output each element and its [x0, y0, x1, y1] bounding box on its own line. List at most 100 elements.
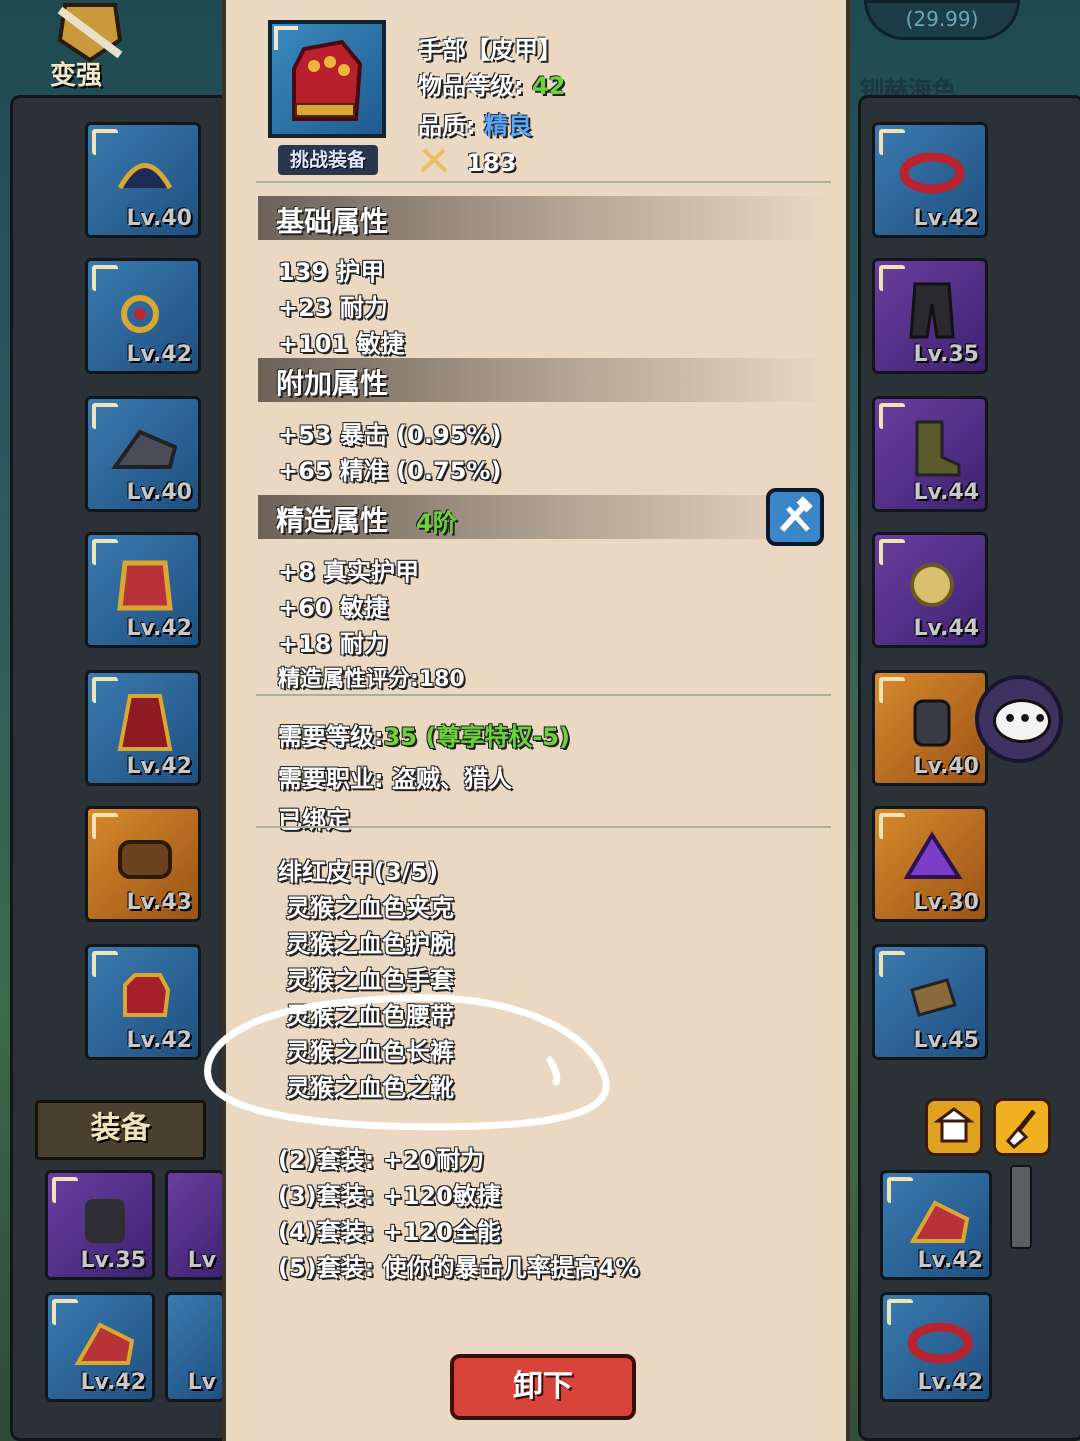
house-icon [933, 1107, 975, 1143]
shoulder-armor-icon [74, 1322, 135, 1365]
craft-tier: 4阶 [416, 509, 457, 537]
item-name: 手部【皮甲】 [418, 36, 562, 64]
extra-stat: +53 暴击 (0.95%) [278, 421, 502, 449]
equip-slot-trinket[interactable]: Lv.40 [872, 670, 988, 786]
set-piece: 灵猴之血色长裤 [286, 1038, 454, 1066]
upgrade-label[interactable]: 变强 [50, 55, 102, 92]
base-attributes-header: 基础属性 [258, 196, 828, 240]
extra-attributes-header: 附加属性 [258, 358, 828, 402]
divider [256, 826, 831, 828]
divider [256, 694, 831, 696]
slot-level: Lv.42 [917, 1248, 983, 1273]
dark-armor-icon [85, 1199, 125, 1243]
equip-slot-chest[interactable]: Lv.42 [85, 532, 201, 648]
equip-slot-hands[interactable]: Lv.42 [85, 944, 201, 1060]
equip-slot-feet[interactable]: Lv.44 [872, 396, 988, 512]
necklace-icon [121, 295, 159, 333]
helmet-icon [117, 163, 173, 190]
slot-level: Lv [187, 1370, 216, 1395]
inventory-scrollbar[interactable] [1010, 1165, 1032, 1249]
purple-gem-icon [903, 831, 963, 879]
section-title: 附加属性 [276, 367, 389, 400]
item-tooltip-panel: 挑战装备 手部【皮甲】 物品等级: 42 品质: 精良 183 基础属性 139… [222, 0, 850, 1441]
inventory-item[interactable]: Lv.35 [45, 1170, 155, 1280]
shop-button[interactable] [925, 1098, 983, 1156]
set-piece: 灵猴之血色护腕 [286, 930, 454, 958]
pants-icon [909, 282, 955, 339]
cloak-icon [117, 694, 173, 751]
required-level-row: 需要等级:35 (尊享特权-5) [278, 717, 570, 752]
divider [256, 181, 831, 183]
equip-slot-belt[interactable]: Lv.42 [872, 122, 988, 238]
top-right-counter: (29.99) [864, 0, 1020, 40]
belt-icon [907, 1322, 973, 1364]
craft-stat: +18 耐力 [278, 630, 388, 658]
bracer-icon [118, 840, 172, 879]
equip-slot-shoulder[interactable]: Lv.40 [85, 396, 201, 512]
slot-level: Lv.40 [913, 754, 979, 779]
required-class: 需要职业: 盗贼、猎人 [278, 765, 512, 793]
slot-level: Lv.42 [126, 1028, 192, 1053]
set-piece: 灵猴之血色夹克 [286, 894, 454, 922]
shoulder-armor-icon [111, 429, 178, 469]
inventory-item[interactable]: Lv.42 [880, 1170, 992, 1280]
inventory-item[interactable]: Lv [165, 1170, 225, 1280]
equip-slot-ring[interactable]: Lv.44 [872, 532, 988, 648]
item-level-label: 物品等级: [418, 72, 524, 100]
required-level-value: 35 (尊享特权-5) [383, 723, 570, 751]
craft-attributes-header: 精造属性 4阶 [258, 495, 828, 539]
slot-level: Lv.35 [913, 342, 979, 367]
set-bonus: (5)套装: 使你的暴击几率提高4% [278, 1254, 640, 1282]
glove-icon [123, 973, 171, 1017]
base-stat: +23 耐力 [278, 294, 388, 322]
equipment-tab[interactable]: 装备 [35, 1100, 206, 1160]
unequip-button[interactable]: 卸下 [450, 1354, 636, 1420]
slot-level: Lv.35 [80, 1248, 146, 1273]
set-bonus: (4)套装: +120全能 [278, 1218, 501, 1246]
slot-level: Lv.42 [80, 1370, 146, 1395]
inventory-item[interactable]: Lv.42 [880, 1292, 992, 1402]
hammer-wrench-icon [779, 496, 813, 533]
inventory-item[interactable]: Lv [165, 1292, 225, 1402]
section-title: 基础属性 [276, 205, 389, 238]
section-title: 精造属性 [276, 504, 389, 537]
craft-stat: +60 敏捷 [278, 594, 388, 622]
chat-button[interactable]: ••• [975, 675, 1063, 763]
inventory-item[interactable]: Lv.42 [45, 1292, 155, 1402]
slot-level: Lv.45 [913, 1028, 979, 1053]
base-stat: 139 护甲 [278, 258, 385, 286]
slot-level: Lv.44 [913, 616, 979, 641]
set-bonus: (3)套装: +120敏捷 [278, 1182, 501, 1210]
slot-level: Lv.42 [913, 206, 979, 231]
reforge-button[interactable] [766, 488, 824, 546]
set-title: 绯红皮甲(3/5) [278, 858, 439, 886]
equip-slot-weapon[interactable]: Lv.30 [872, 806, 988, 922]
craft-stat: +8 真实护甲 [278, 558, 420, 586]
broom-icon [1005, 1109, 1036, 1150]
chest-armor-icon [117, 560, 173, 611]
bound-status: 已绑定 [278, 806, 350, 834]
set-piece: 灵猴之血色腰带 [286, 1002, 454, 1030]
equip-slot-wrist[interactable]: Lv.43 [85, 806, 201, 922]
whistle-icon [910, 978, 957, 1017]
item-icon-frame [268, 20, 386, 138]
set-piece: 灵猴之血色之靴 [286, 1074, 454, 1102]
slot-level: Lv.40 [126, 480, 192, 505]
equip-slot-head[interactable]: Lv.40 [85, 122, 201, 238]
set-bonus: (2)套装: +20耐力 [278, 1146, 485, 1174]
equip-slot-neck[interactable]: Lv.42 [85, 258, 201, 374]
crown-icon [910, 563, 954, 607]
broom-button[interactable] [993, 1098, 1051, 1156]
slot-level: Lv.42 [126, 754, 192, 779]
slot-level: Lv.44 [913, 480, 979, 505]
set-piece: 灵猴之血色手套 [286, 966, 454, 994]
ellipsis-icon: ••• [1003, 707, 1049, 732]
slot-level: Lv.42 [917, 1370, 983, 1395]
item-score-row: 183 [418, 147, 516, 177]
equip-slot-cloak[interactable]: Lv.42 [85, 670, 201, 786]
shoulder-armor-icon [909, 1200, 970, 1243]
equip-slot-offhand[interactable]: Lv.45 [872, 944, 988, 1060]
slot-level: Lv.42 [126, 616, 192, 641]
equip-slot-legs[interactable]: Lv.35 [872, 258, 988, 374]
gauntlet-icon [913, 699, 951, 747]
